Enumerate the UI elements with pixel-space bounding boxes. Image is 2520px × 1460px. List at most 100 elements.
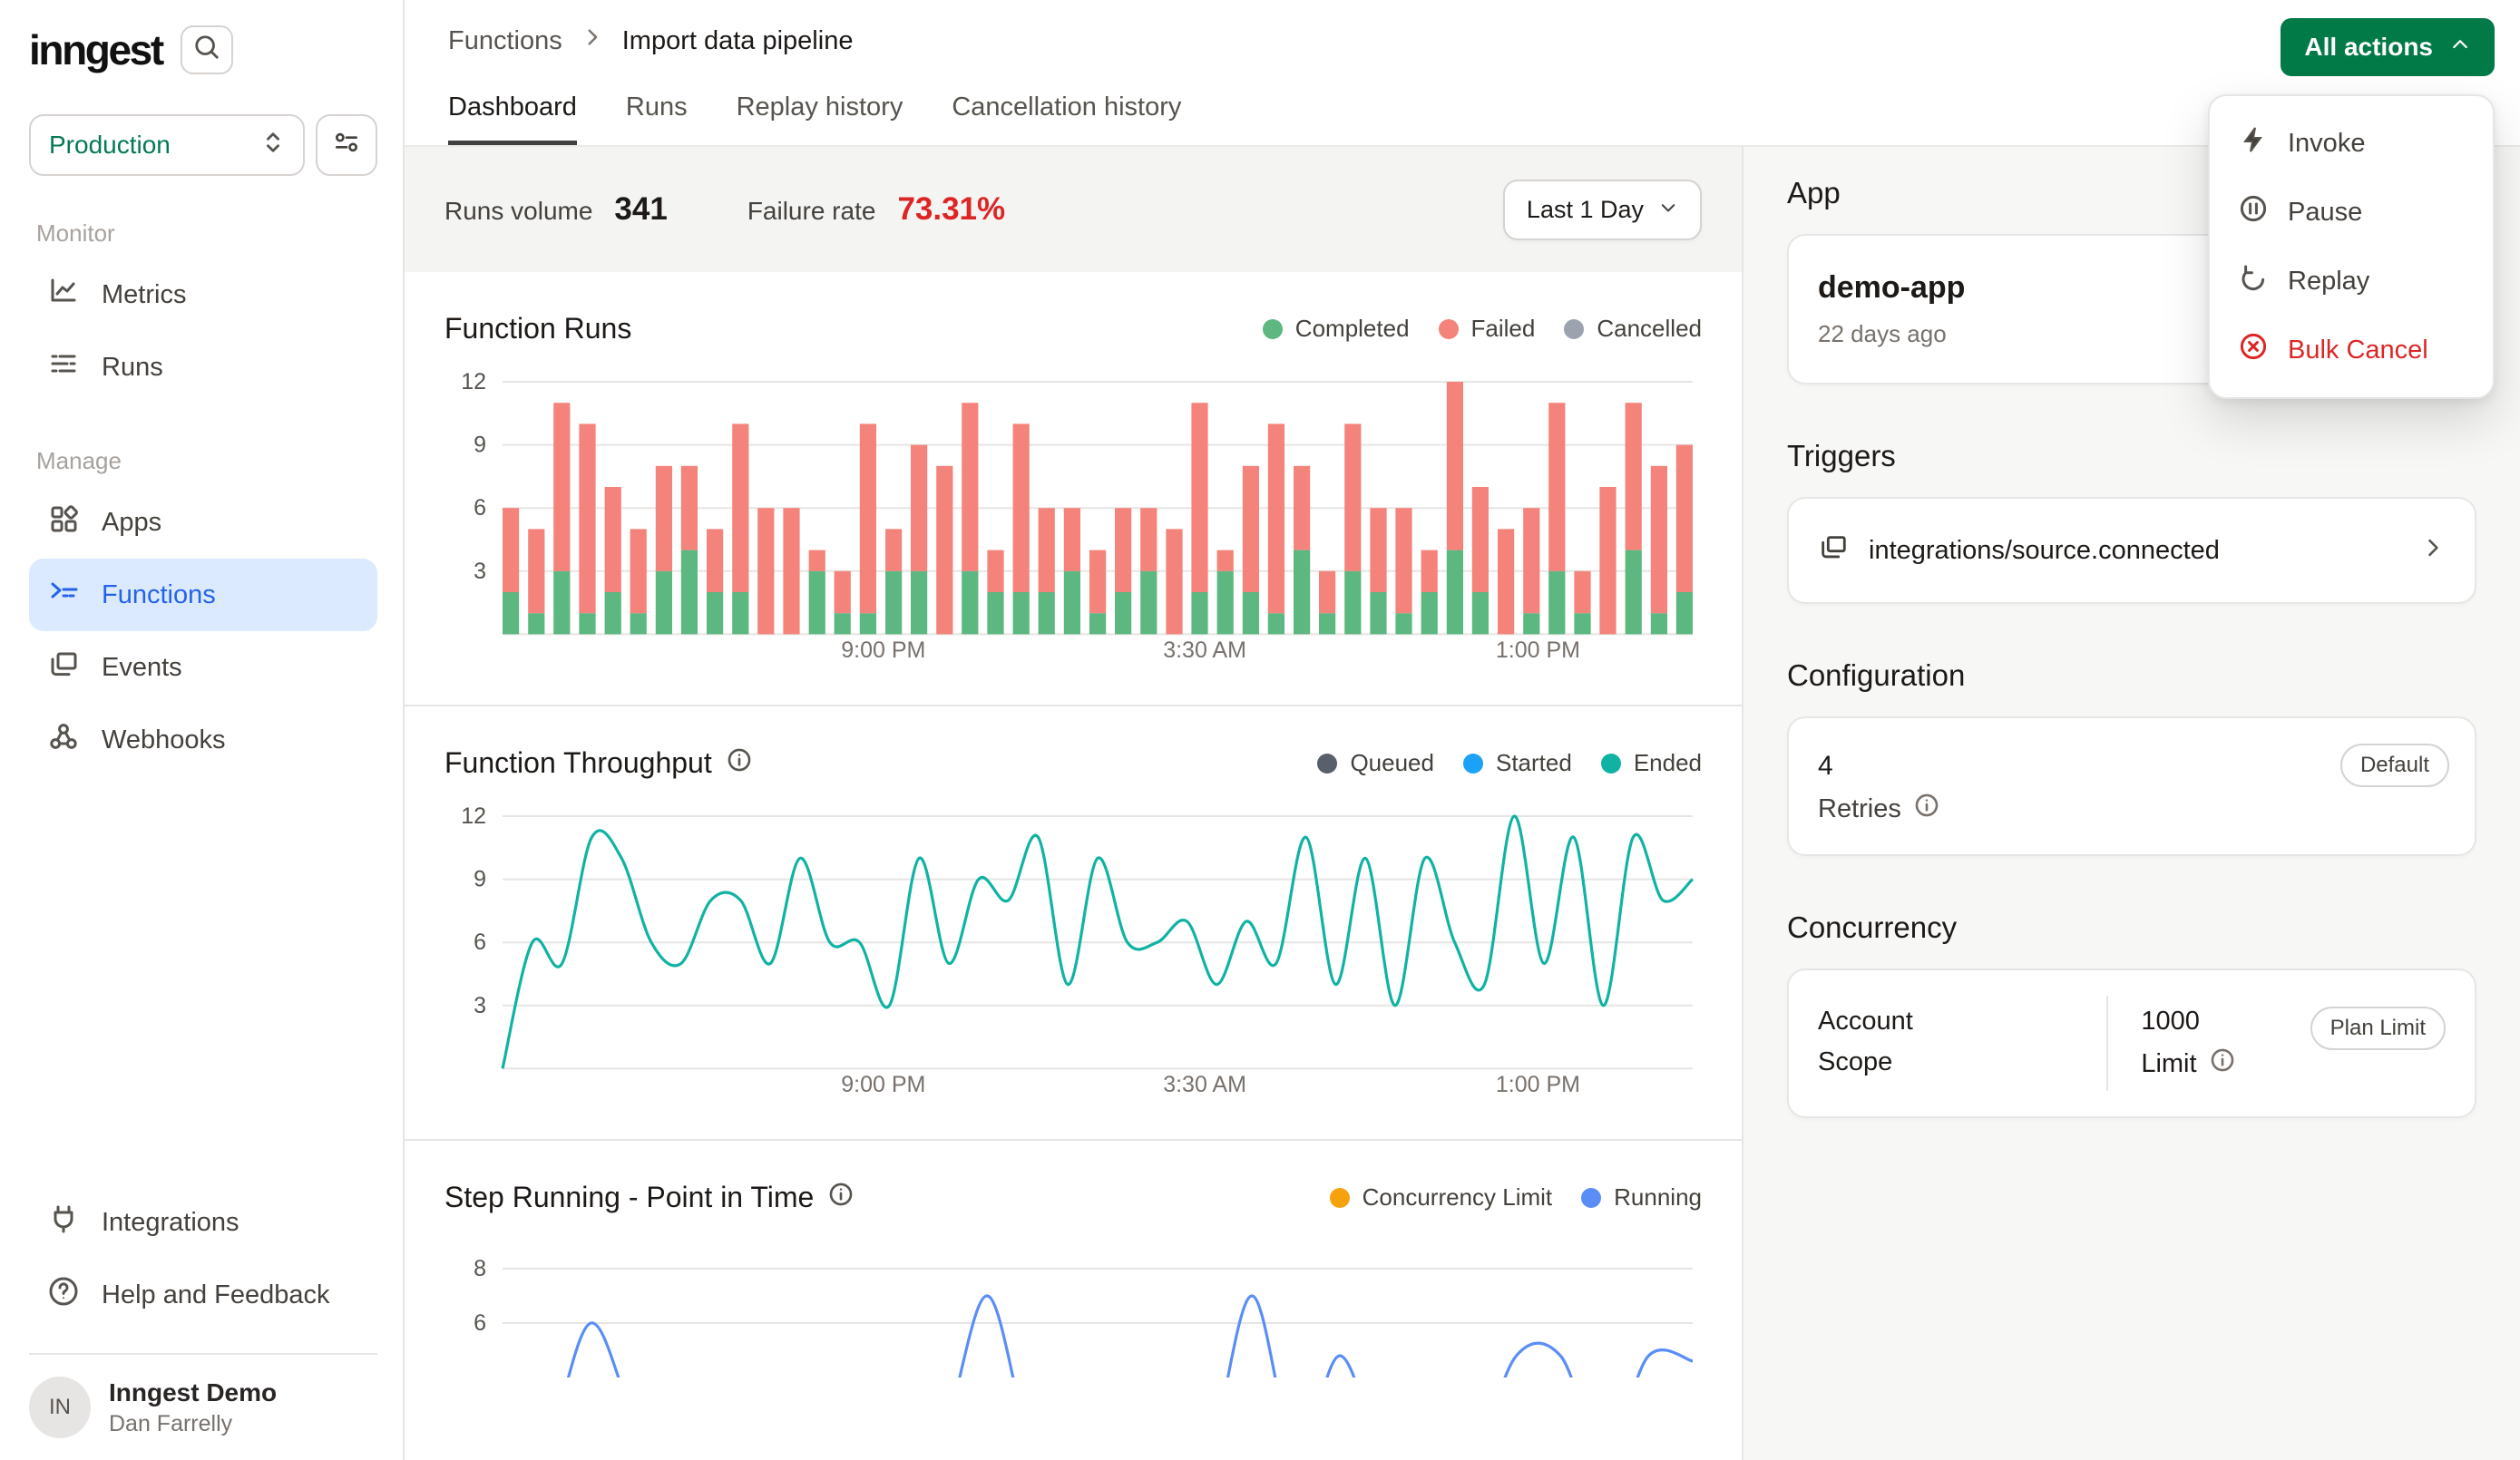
- menu-item-replay[interactable]: Replay: [2210, 247, 2493, 316]
- user-menu[interactable]: IN Inngest Demo Dan Farrelly: [29, 1353, 377, 1438]
- svg-text:9: 9: [474, 433, 486, 458]
- sidebar-item-metrics[interactable]: Metrics: [29, 258, 377, 331]
- legend-item-failed: Failed: [1439, 315, 1536, 343]
- legend-item-running: Running: [1581, 1183, 1702, 1212]
- sidebar-item-label: Apps: [102, 508, 161, 538]
- inngest-logo[interactable]: inngest: [29, 25, 162, 74]
- chevron-up-icon: [2449, 33, 2471, 62]
- default-badge: Default: [2340, 744, 2449, 787]
- event-icon: [1818, 531, 1849, 569]
- retries-label: Retries: [1818, 794, 1901, 824]
- menu-item-invoke[interactable]: Invoke: [2210, 109, 2493, 178]
- sidebar-item-help[interactable]: Help and Feedback: [29, 1259, 377, 1331]
- legend-dot: [1263, 319, 1283, 339]
- svg-text:8: 8: [474, 1256, 486, 1281]
- avatar: IN: [29, 1377, 91, 1438]
- trigger-card[interactable]: integrations/source.connected: [1787, 497, 2476, 604]
- triggers-heading: Triggers: [1787, 439, 2476, 473]
- legend-dot: [1581, 1188, 1601, 1208]
- svg-text:3: 3: [474, 559, 486, 584]
- info-icon[interactable]: [727, 746, 752, 780]
- search-icon: [193, 34, 220, 67]
- user-name: Dan Farrelly: [109, 1411, 277, 1437]
- chevron-up-down-icon: [261, 129, 285, 162]
- sidebar-item-label: Events: [102, 653, 182, 683]
- tab-dashboard[interactable]: Dashboard: [448, 92, 577, 145]
- failure-rate-value: 73.31%: [897, 191, 1005, 228]
- svg-text:1:00 PM: 1:00 PM: [1496, 638, 1580, 663]
- function-throughput-chart: 129639:00 PM3:30 AM1:00 PM: [444, 805, 1696, 1099]
- sidebar-item-label: Functions: [102, 580, 216, 610]
- function-runs-legend: CompletedFailedCancelled: [1263, 315, 1702, 343]
- legend-dot: [1330, 1188, 1350, 1208]
- legend-item-started: Started: [1463, 749, 1572, 777]
- sliders-icon: [332, 129, 361, 162]
- stats-row: Runs volume 341 Failure rate 73.31% Last…: [405, 147, 1742, 272]
- sidebar-item-integrations[interactable]: Integrations: [29, 1186, 377, 1259]
- tab-cancellation-history[interactable]: Cancellation history: [952, 92, 1181, 145]
- function-throughput-legend: QueuedStartedEnded: [1317, 749, 1702, 777]
- legend-item-cancelled: Cancelled: [1564, 315, 1702, 343]
- sidebar-item-label: Webhooks: [102, 725, 226, 755]
- metrics-icon: [47, 275, 80, 315]
- breadcrumb: Functions Import data pipeline: [405, 0, 2520, 56]
- dashboard-charts: Runs volume 341 Failure rate 73.31% Last…: [405, 147, 1742, 1460]
- svg-text:9:00 PM: 9:00 PM: [841, 638, 925, 663]
- chevron-right-icon: [581, 25, 604, 56]
- functions-icon: [47, 575, 80, 615]
- sidebar-item-label: Runs: [102, 353, 163, 383]
- menu-item-pause[interactable]: Pause: [2210, 178, 2493, 247]
- all-actions-menu: Invoke Pause Replay Bulk Cancel: [2208, 94, 2495, 399]
- apps-icon: [47, 502, 80, 542]
- all-actions-button[interactable]: All actions: [2281, 18, 2495, 76]
- menu-item-bulk-cancel[interactable]: Bulk Cancel: [2210, 316, 2493, 384]
- svg-text:9: 9: [474, 867, 486, 892]
- svg-text:6: 6: [474, 930, 486, 955]
- step-running-section: Step Running - Point in Time Concurrency…: [405, 1139, 1742, 1377]
- replay-icon: [2239, 263, 2268, 299]
- svg-text:12: 12: [461, 371, 486, 394]
- sidebar-item-functions[interactable]: Functions: [29, 559, 377, 631]
- breadcrumb-functions[interactable]: Functions: [448, 26, 562, 56]
- chevron-right-icon: [2420, 534, 2446, 568]
- tab-runs[interactable]: Runs: [626, 92, 688, 145]
- legend-item-queued: Queued: [1317, 749, 1434, 777]
- sidebar-section-monitor: Monitor: [36, 219, 377, 248]
- failure-rate-stat: Failure rate 73.31%: [747, 191, 1005, 228]
- step-running-legend: Concurrency LimitRunning: [1330, 1183, 1702, 1212]
- svg-text:3:30 AM: 3:30 AM: [1163, 638, 1246, 663]
- top-bar: Functions Import data pipeline Dashboard…: [405, 0, 2520, 147]
- sidebar-item-events[interactable]: Events: [29, 631, 377, 704]
- concurrency-scope-label: Scope: [1818, 1047, 2106, 1077]
- configuration-heading: Configuration: [1787, 658, 2476, 693]
- chevron-down-icon: [1658, 196, 1678, 224]
- info-icon[interactable]: [828, 1181, 854, 1214]
- svg-text:6: 6: [474, 1310, 486, 1336]
- info-icon[interactable]: [2210, 1047, 2235, 1080]
- plan-limit-badge: Plan Limit: [2310, 1007, 2446, 1050]
- sidebar-item-webhooks[interactable]: Webhooks: [29, 704, 377, 776]
- info-icon[interactable]: [1914, 793, 1939, 825]
- runs-volume-stat: Runs volume 341: [444, 191, 668, 228]
- trigger-event-name: integrations/source.connected: [1869, 536, 2220, 566]
- runs-volume-value: 341: [614, 191, 667, 228]
- events-icon: [47, 647, 80, 687]
- pause-circle-icon: [2239, 194, 2268, 230]
- svg-text:9:00 PM: 9:00 PM: [841, 1072, 925, 1097]
- function-runs-section: Function Runs CompletedFailedCancelled 1…: [405, 272, 1742, 665]
- svg-text:12: 12: [461, 805, 486, 829]
- environment-settings-button[interactable]: [316, 114, 377, 176]
- tab-replay-history[interactable]: Replay history: [737, 92, 903, 145]
- environment-select[interactable]: Production: [29, 114, 305, 176]
- svg-text:3: 3: [474, 993, 486, 1018]
- sidebar-item-runs[interactable]: Runs: [29, 331, 377, 404]
- legend-dot: [1601, 754, 1621, 774]
- breadcrumb-current: Import data pipeline: [622, 26, 854, 56]
- help-circle-icon: [47, 1275, 80, 1315]
- webhooks-icon: [47, 720, 80, 760]
- concurrency-heading: Concurrency: [1787, 910, 2476, 945]
- time-range-select[interactable]: Last 1 Day: [1503, 180, 1702, 240]
- search-button[interactable]: [181, 25, 233, 74]
- sidebar-item-apps[interactable]: Apps: [29, 486, 377, 559]
- step-running-title: Step Running - Point in Time: [444, 1181, 814, 1214]
